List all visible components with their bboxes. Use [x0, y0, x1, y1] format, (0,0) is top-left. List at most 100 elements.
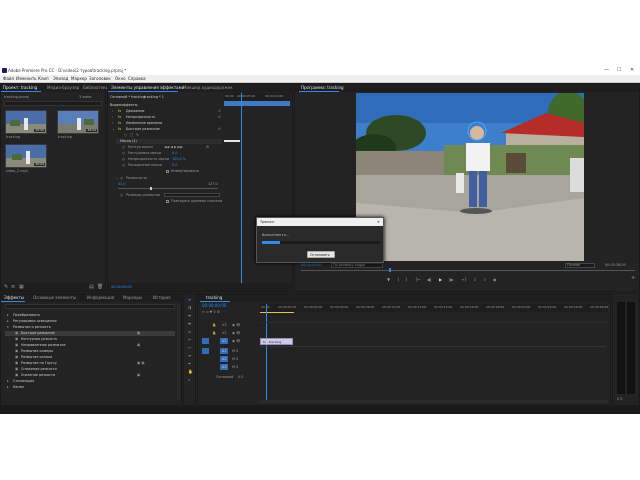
- effect-opacity[interactable]: Непрозрачность: [126, 115, 155, 119]
- close-button[interactable]: ✕: [630, 66, 634, 75]
- pen-tool-icon[interactable]: ✒: [188, 362, 191, 366]
- menu-edit[interactable]: Изменить: [16, 75, 37, 83]
- tab-libraries[interactable]: Библиотеки: [83, 84, 108, 92]
- track-settings-icon[interactable]: ⚙: [206, 145, 209, 149]
- ripple-edit-tool-icon[interactable]: ⇹: [188, 314, 191, 318]
- effect-fast-blur[interactable]: Быстрое размытие: [126, 127, 160, 131]
- extract-icon[interactable]: ⇪: [483, 278, 486, 282]
- add-marker-icon[interactable]: ▼: [387, 278, 390, 282]
- dialog-close-icon[interactable]: ✕: [377, 220, 380, 224]
- program-playhead[interactable]: [389, 268, 391, 272]
- menu-marker[interactable]: Маркер: [71, 75, 87, 83]
- maximize-button[interactable]: ☐: [617, 66, 621, 75]
- track-sync-icon[interactable]: ◉ 👁: [232, 331, 240, 335]
- mark-in-icon[interactable]: {: [397, 278, 400, 282]
- menu-sequence[interactable]: Эпизод: [53, 75, 68, 83]
- timeline-clip[interactable]: fx tracking: [260, 338, 293, 345]
- ec-playhead[interactable]: [241, 93, 242, 283]
- new-item-icon[interactable]: ▤: [89, 285, 94, 290]
- effects-item[interactable]: Размытие канала: [21, 355, 52, 359]
- expand-arrow-icon[interactable]: ›: [112, 109, 113, 113]
- blurriness-value[interactable]: 42,0: [118, 182, 126, 186]
- stopwatch-icon[interactable]: ◷: [122, 151, 125, 155]
- ec-time-ruler[interactable]: 00:00 00:00:05:00 00:00:10:00: [224, 93, 290, 101]
- rolling-edit-tool-icon[interactable]: ⇼: [188, 322, 191, 326]
- delete-icon[interactable]: 🗑: [97, 285, 103, 290]
- minimize-button[interactable]: —: [604, 66, 609, 75]
- collapse-arrow-icon[interactable]: ⌄: [116, 176, 119, 180]
- track-sync-icon[interactable]: ◉ 👁: [232, 339, 240, 343]
- mask-opacity-value[interactable]: 100,0 %: [172, 157, 186, 161]
- lock-icon[interactable]: ✎: [4, 285, 8, 290]
- source-patch-v1[interactable]: [202, 338, 209, 344]
- hand-tool-icon[interactable]: ✋: [188, 370, 193, 374]
- effects-item[interactable]: Размытие и резкость: [13, 325, 51, 329]
- selection-tool-icon[interactable]: ➤: [188, 298, 191, 302]
- effects-item[interactable]: Размытие камеры: [21, 349, 53, 353]
- menu-title[interactable]: Заголовок: [89, 75, 111, 83]
- effect-time-remap[interactable]: Изменение времени: [126, 121, 162, 125]
- timeline-scrollbar[interactable]: [260, 400, 608, 403]
- program-scrub-bar[interactable]: [301, 270, 635, 271]
- menu-file[interactable]: Файл: [3, 75, 14, 83]
- track-mute-icon[interactable]: M S: [232, 365, 238, 369]
- stopwatch-icon[interactable]: ◷: [122, 163, 125, 167]
- effects-item[interactable]: Стилизация: [13, 379, 34, 383]
- tab-essentials[interactable]: Основные элементы: [33, 294, 76, 302]
- export-frame-icon[interactable]: ◉: [493, 278, 497, 282]
- mask-feather[interactable]: Растушевка маски: [128, 151, 161, 155]
- project-item-thumbnail[interactable]: 38:09: [57, 110, 99, 134]
- mask-expansion[interactable]: Расширение маски: [128, 163, 162, 167]
- track-select-tool-icon[interactable]: ⇶: [188, 306, 191, 310]
- add-button-icon[interactable]: +: [631, 276, 635, 281]
- effects-scrollbar[interactable]: [177, 304, 180, 400]
- effects-item[interactable]: Регулировка освещения: [13, 319, 56, 323]
- effects-item[interactable]: Размытие по Гауссу: [21, 361, 57, 365]
- pen-mask-icon[interactable]: ✎: [136, 133, 139, 137]
- project-item-thumbnail[interactable]: 38:09: [5, 144, 47, 168]
- inverted-checkbox[interactable]: [166, 170, 169, 173]
- effects-item[interactable]: Снижение резкости: [21, 367, 57, 371]
- effects-item[interactable]: Усиление резкости: [21, 373, 55, 377]
- icon-view-icon[interactable]: ▦: [19, 285, 24, 290]
- step-back-icon[interactable]: ◀|: [427, 278, 431, 282]
- slip-tool-icon[interactable]: ⇿: [188, 346, 191, 350]
- source-patch-a1[interactable]: [202, 348, 209, 354]
- timeline-ruler[interactable]: 00:00 00:00:02:00 00:00:04:00 00:00:06:0…: [260, 304, 608, 312]
- lift-icon[interactable]: ⇧: [473, 278, 476, 282]
- stopwatch-icon[interactable]: ◷: [122, 145, 125, 149]
- mark-out-icon[interactable]: }: [405, 278, 408, 282]
- tab-history[interactable]: История: [153, 294, 171, 302]
- mask-feather-value[interactable]: 0,0: [172, 151, 177, 155]
- effects-item[interactable]: Канал: [13, 385, 24, 389]
- effects-item[interactable]: Быстрое размытие: [21, 331, 55, 335]
- stopwatch-icon[interactable]: ◷: [120, 176, 123, 180]
- ellipse-mask-icon[interactable]: ○: [124, 133, 127, 137]
- sequence-clip-label[interactable]: tracking * 1: [144, 95, 164, 99]
- timeline-tool-icons[interactable]: ⊓ ⊐ ▼ ⚲ ⊞: [202, 310, 220, 314]
- mask-opacity[interactable]: Непрозрачность маски: [128, 157, 169, 161]
- program-video-frame[interactable]: [356, 93, 584, 261]
- slide-tool-icon[interactable]: ⇴: [188, 354, 191, 358]
- menu-help[interactable]: Справка: [128, 75, 146, 83]
- dialog-stop-button[interactable]: Остановить: [307, 251, 335, 258]
- track-back-icon[interactable]: ◀◀ ◀ ▶ ▶▶: [164, 145, 183, 149]
- tab-media-browser[interactable]: Медиа-браузер: [47, 84, 79, 92]
- tab-info[interactable]: Информация: [87, 294, 114, 302]
- reset-icon[interactable]: ↺: [218, 115, 221, 119]
- project-item-thumbnail[interactable]: 38:09: [5, 110, 47, 134]
- program-timecode[interactable]: 00:00:00:00: [301, 263, 322, 267]
- tab-audio-mixer[interactable]: Микшер аудиодорожек: [183, 84, 233, 92]
- go-to-out-icon[interactable]: →}: [461, 278, 467, 282]
- stopwatch-icon[interactable]: ◷: [122, 157, 125, 161]
- track-mute-icon[interactable]: M S: [232, 349, 238, 353]
- timeline-timecode[interactable]: 00:00:00:00: [202, 304, 226, 308]
- go-to-in-icon[interactable]: {←: [415, 278, 421, 282]
- expand-arrow-icon[interactable]: ›: [112, 115, 113, 119]
- effects-item[interactable]: Направленное размытие: [21, 343, 66, 347]
- track-lock-icon[interactable]: 🔒: [212, 331, 216, 335]
- mask-1[interactable]: Маска (1): [120, 139, 137, 143]
- mask-path[interactable]: Контур маски: [128, 145, 153, 149]
- reset-icon[interactable]: ↺: [218, 109, 221, 113]
- effect-motion[interactable]: Движение: [126, 109, 145, 113]
